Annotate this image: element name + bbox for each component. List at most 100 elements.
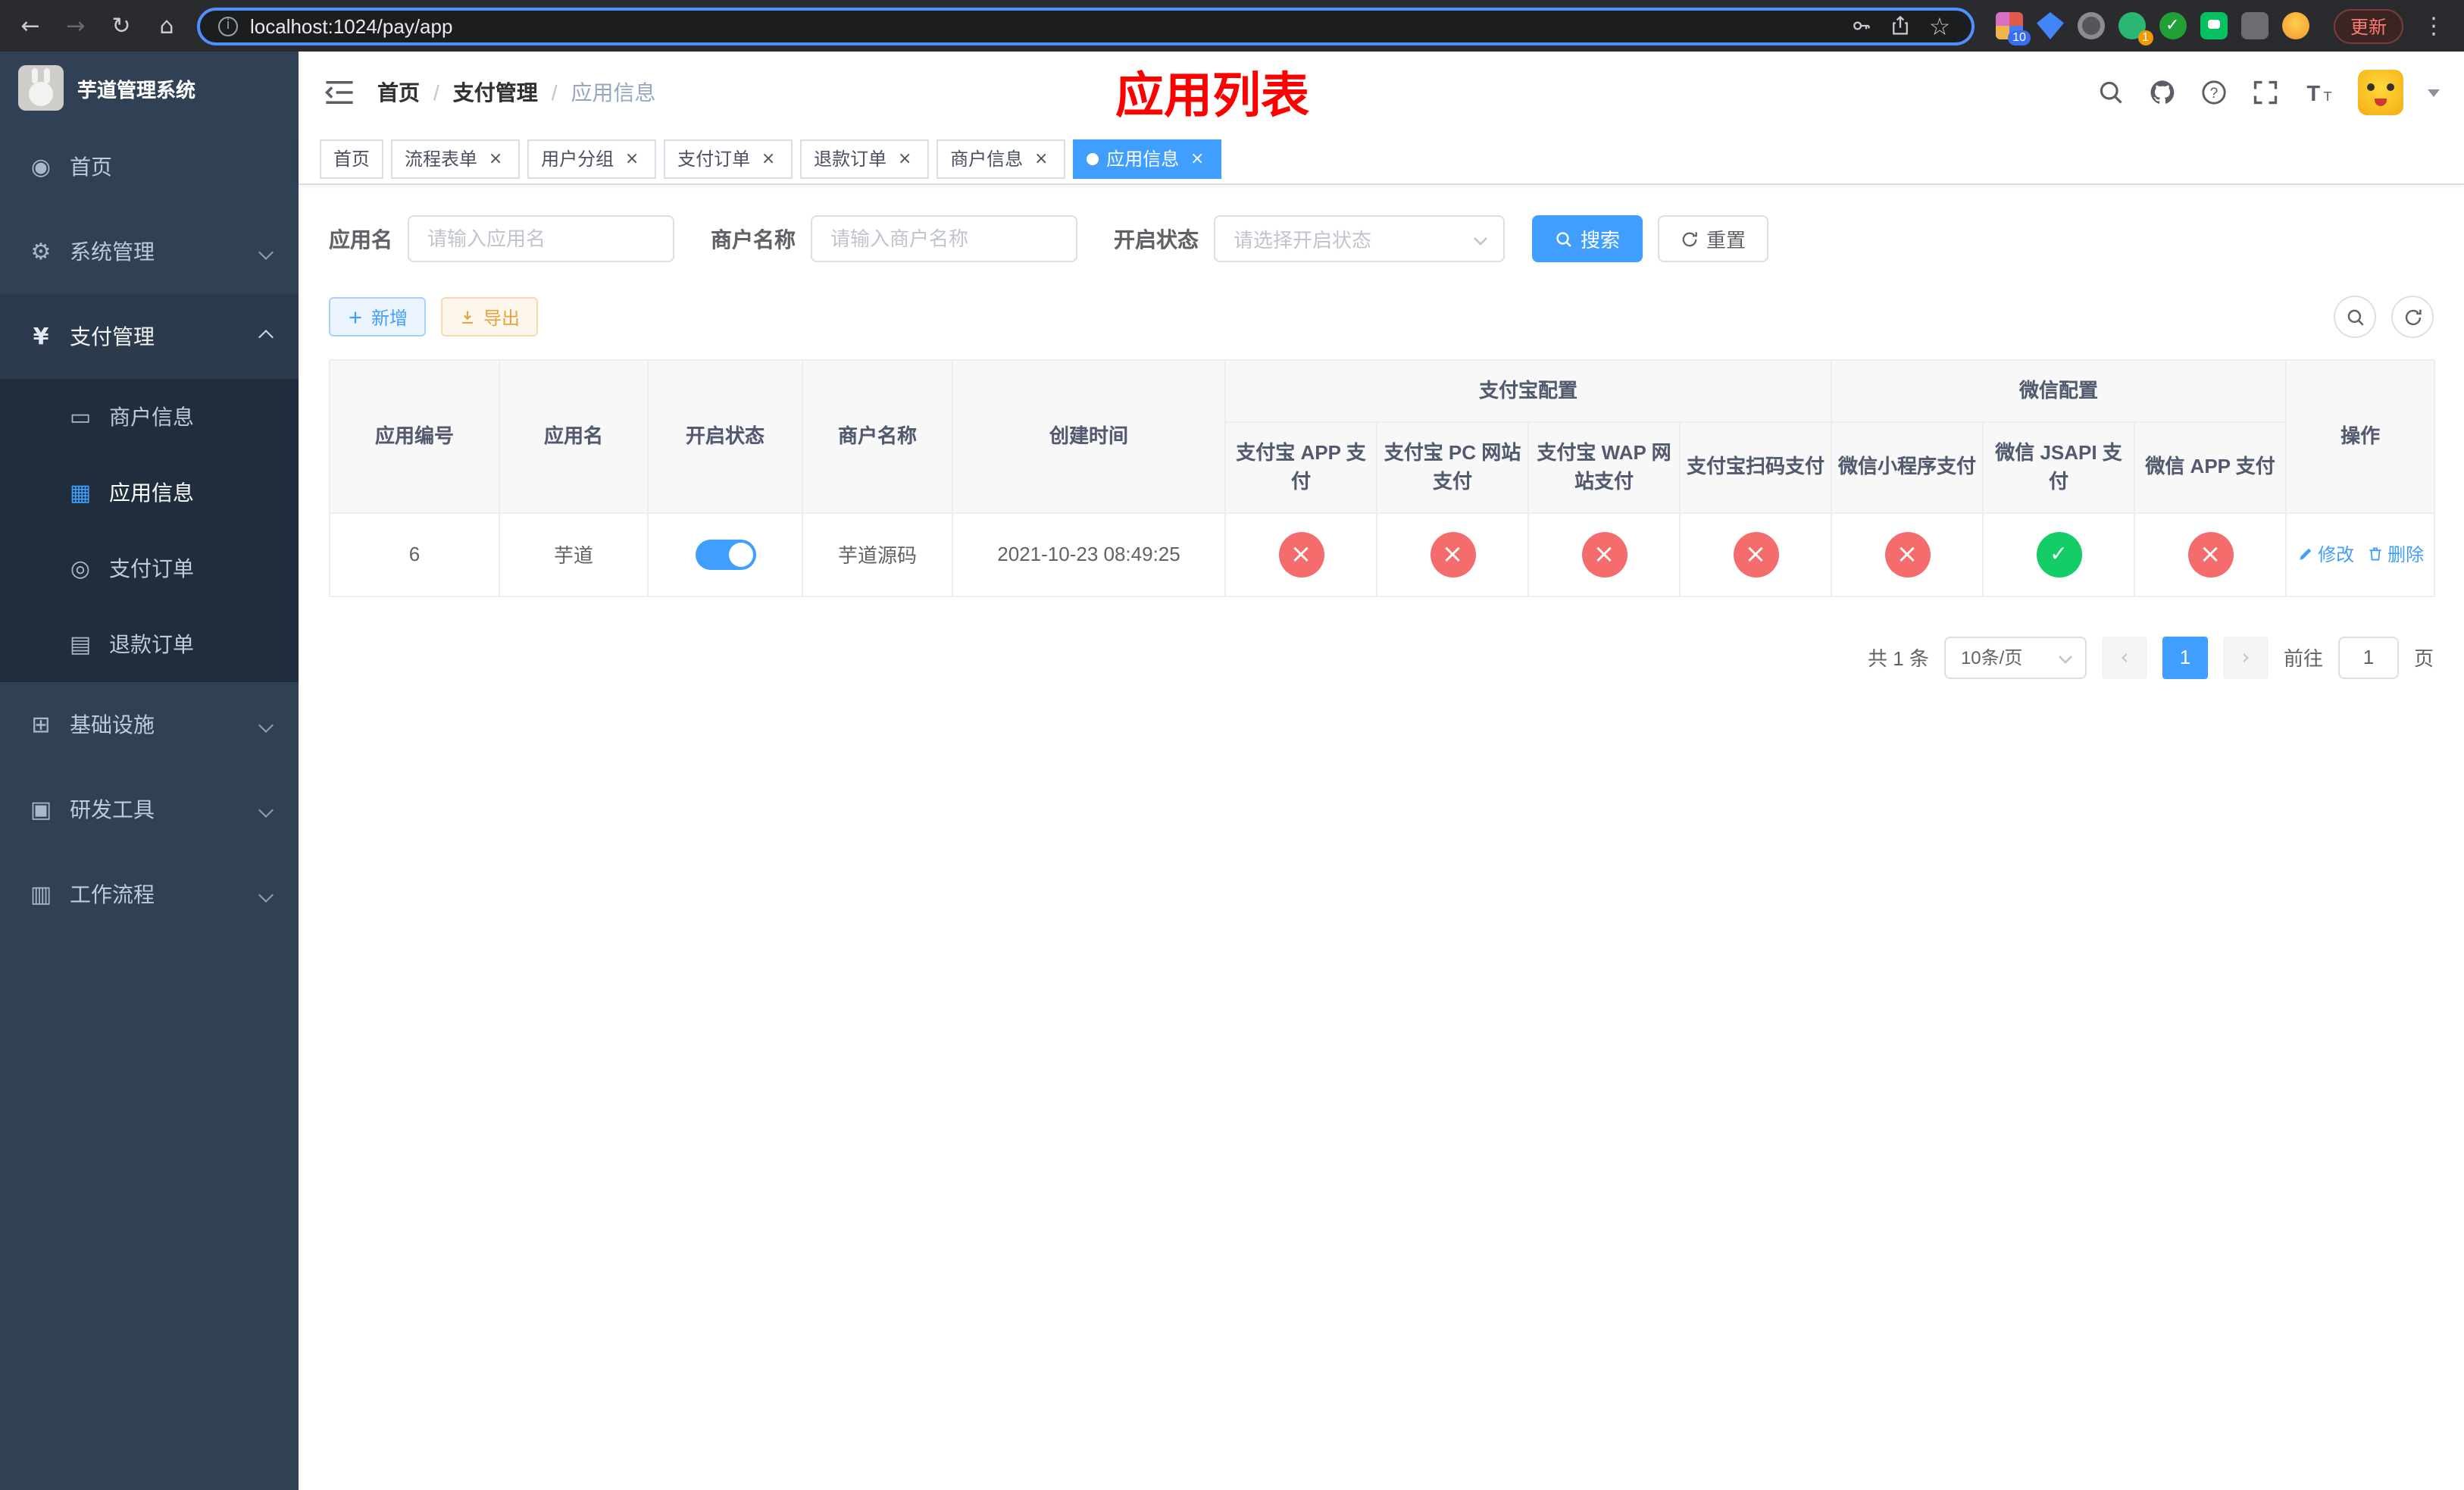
col-header-actions: 操作 xyxy=(2285,359,2436,513)
user-avatar[interactable] xyxy=(2358,70,2403,115)
close-icon[interactable] xyxy=(1187,148,1208,169)
prev-page-button[interactable] xyxy=(2101,636,2147,678)
tag-home[interactable]: 首页 xyxy=(320,139,384,178)
merchant-name-label: 商户名称 xyxy=(711,227,796,251)
order-icon xyxy=(67,555,94,582)
goto-page-input[interactable] xyxy=(2337,636,2399,678)
col-header-app-name: 应用名 xyxy=(499,359,649,513)
card-icon xyxy=(67,403,94,430)
refresh-button[interactable] xyxy=(2391,296,2434,338)
col-group-wechat: 微信配置 xyxy=(1831,359,2287,422)
sidebar-item-dev-tools[interactable]: 研发工具 xyxy=(0,767,299,852)
close-icon[interactable] xyxy=(485,148,506,169)
close-icon[interactable] xyxy=(621,148,643,169)
reload-icon[interactable] xyxy=(106,12,136,39)
edit-link[interactable]: 修改 xyxy=(2297,541,2354,567)
bookmark-star-icon[interactable] xyxy=(1926,12,1953,39)
home-icon[interactable] xyxy=(152,12,182,39)
sidebar-item-infrastructure[interactable]: 基础设施 xyxy=(0,682,299,767)
cell-alipay-wap xyxy=(1527,512,1681,596)
sidebar-item-app-info[interactable]: 应用信息 xyxy=(0,455,299,531)
page-number-button[interactable]: 1 xyxy=(2162,636,2208,678)
workflow-icon xyxy=(27,881,55,908)
tag-payment-orders[interactable]: 支付订单 xyxy=(664,139,793,178)
green-square-extension-icon[interactable] xyxy=(2200,12,2228,39)
help-icon[interactable]: ? xyxy=(2200,79,2228,106)
sidebar-item-refund-orders[interactable]: 退款订单 xyxy=(0,606,299,682)
col-header-alipay-qr: 支付宝扫码支付 xyxy=(1678,421,1833,513)
chevron-up-icon xyxy=(258,329,274,344)
breadcrumb: 首页 / 支付管理 / 应用信息 xyxy=(377,77,656,108)
tag-app-info[interactable]: 应用信息 xyxy=(1073,139,1222,178)
breadcrumb-payment[interactable]: 支付管理 xyxy=(453,77,538,108)
col-header-alipay-wap: 支付宝 WAP 网站支付 xyxy=(1527,421,1681,513)
infrastructure-icon xyxy=(27,711,55,738)
toggle-search-button[interactable] xyxy=(2334,296,2376,338)
font-size-icon[interactable]: TT xyxy=(2303,79,2334,106)
tag-user-group[interactable]: 用户分组 xyxy=(527,139,657,178)
site-info-icon[interactable] xyxy=(218,16,238,36)
browser-menu-icon[interactable] xyxy=(2419,12,2449,39)
search-icon[interactable] xyxy=(2097,79,2125,106)
forward-icon[interactable] xyxy=(61,12,91,39)
sidebar-item-workflow[interactable]: 工作流程 xyxy=(0,852,299,937)
share-icon[interactable] xyxy=(1887,12,1914,39)
yen-icon xyxy=(27,323,55,350)
github-icon[interactable] xyxy=(2149,79,2176,106)
sidebar-item-system-management[interactable]: 系统管理 xyxy=(0,209,299,294)
status-toggle[interactable] xyxy=(695,539,755,569)
cell-wechat-mini xyxy=(1831,512,1984,596)
back-icon[interactable] xyxy=(15,12,45,39)
extensions-area: 10 1 xyxy=(1995,12,2309,45)
reset-button[interactable]: 重置 xyxy=(1658,215,1769,262)
green-check-extension-icon[interactable] xyxy=(2159,12,2187,39)
page-content: 应用名 商户名称 开启状态 请选择开启状态 搜索 xyxy=(299,185,2464,1490)
sidebar-item-payment-management[interactable]: 支付管理 xyxy=(0,294,299,379)
chevron-down-icon xyxy=(258,244,274,259)
add-button[interactable]: 新增 xyxy=(329,297,427,337)
close-icon[interactable] xyxy=(894,148,915,169)
blue-gem-extension-icon[interactable] xyxy=(2036,12,2064,39)
app-name-input[interactable] xyxy=(408,215,674,262)
dark-circle-extension-icon[interactable] xyxy=(2077,12,2105,39)
puzzle-extension-icon[interactable] xyxy=(2240,12,2269,39)
app-logo[interactable]: 芋道管理系统 xyxy=(0,52,299,124)
close-icon[interactable] xyxy=(758,148,779,169)
status-select[interactable]: 请选择开启状态 xyxy=(1214,215,1505,262)
col-header-alipay-pc: 支付宝 PC 网站支付 xyxy=(1376,421,1529,513)
col-group-alipay: 支付宝配置 xyxy=(1224,359,1833,422)
tools-icon xyxy=(27,796,55,823)
tag-refund-orders[interactable]: 退款订单 xyxy=(800,139,930,178)
sidebar-item-home[interactable]: 首页 xyxy=(0,124,299,209)
grid-icon xyxy=(67,479,94,506)
sidebar-toggle-button[interactable] xyxy=(323,77,356,108)
tag-process-form[interactable]: 流程表单 xyxy=(391,139,521,178)
address-bar[interactable]: localhost:1024/pay/app xyxy=(197,7,1975,45)
merchant-name-input[interactable] xyxy=(811,215,1077,262)
cell-app-name: 芋道 xyxy=(499,512,649,596)
search-button[interactable]: 搜索 xyxy=(1532,215,1643,262)
user-dropdown-caret-icon[interactable] xyxy=(2428,89,2440,96)
tag-merchant-info[interactable]: 商户信息 xyxy=(937,139,1066,178)
fullscreen-icon[interactable] xyxy=(2252,79,2279,106)
browser-update-button[interactable]: 更新 xyxy=(2333,8,2403,43)
password-key-icon[interactable] xyxy=(1847,12,1875,39)
table-toolbar: 新增 导出 xyxy=(329,296,2434,338)
cell-wechat-jsapi xyxy=(1982,512,2136,596)
export-button[interactable]: 导出 xyxy=(441,297,539,337)
chevron-down-icon xyxy=(258,802,274,817)
search-form: 应用名 商户名称 开启状态 请选择开启状态 搜索 xyxy=(329,215,2434,262)
green-avatar-extension-icon[interactable]: 1 xyxy=(2118,12,2153,45)
sidebar-item-merchant-info[interactable]: 商户信息 xyxy=(0,379,299,455)
sidebar-item-payment-orders[interactable]: 支付订单 xyxy=(0,531,299,606)
emoji-avatar-extension-icon[interactable] xyxy=(2281,12,2309,39)
pixel-art-extension-icon[interactable]: 10 xyxy=(1995,12,2031,45)
cell-status xyxy=(647,512,803,596)
col-header-wechat-app: 微信 APP 支付 xyxy=(2134,421,2287,513)
page-size-select[interactable]: 10条/页 xyxy=(1943,636,2087,678)
status-disabled-icon xyxy=(1430,531,1475,577)
close-icon[interactable] xyxy=(1030,148,1052,169)
next-page-button[interactable] xyxy=(2222,636,2269,678)
delete-link[interactable]: 删除 xyxy=(2366,541,2424,567)
breadcrumb-home[interactable]: 首页 xyxy=(377,77,420,108)
